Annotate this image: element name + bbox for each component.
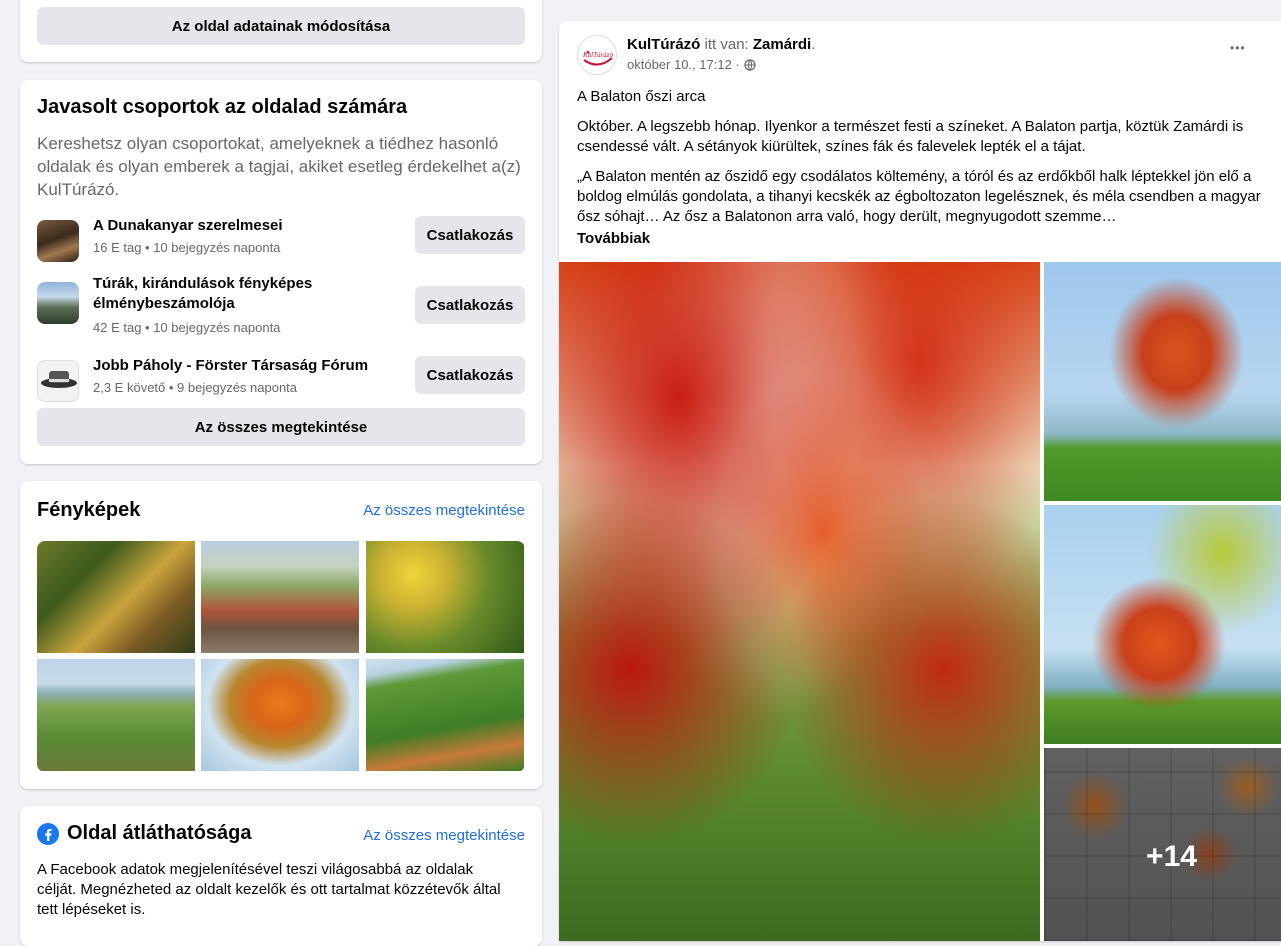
group-thumbnail[interactable] xyxy=(37,282,79,324)
join-group-button[interactable]: Csatlakozás xyxy=(415,356,525,394)
post-timestamp[interactable]: október 10., 17:12 · xyxy=(627,57,740,72)
group-meta: 16 E tag • 10 bejegyzés naponta xyxy=(93,240,281,255)
location-prefix: itt van: xyxy=(700,36,753,53)
page-name-link[interactable]: KulTúrázó xyxy=(627,36,700,53)
group-item: Túrák, kirándulások fényképes élménybesz… xyxy=(37,274,525,340)
page-admin-card: Az oldal adatainak módosítása xyxy=(20,0,542,62)
group-thumbnail[interactable] xyxy=(37,220,79,262)
post-photo[interactable] xyxy=(1044,262,1281,501)
photo-thumbnail[interactable] xyxy=(201,659,359,771)
more-photos-count: +14 xyxy=(1146,840,1197,873)
post-meta: október 10., 17:12 · xyxy=(627,57,756,72)
post-headline: A Balaton őszi arca xyxy=(577,88,706,105)
hat-logo-icon xyxy=(41,371,77,388)
post-header-line: KulTúrázó itt van: Zamárdi. xyxy=(627,35,815,55)
kulturazo-logo-icon: KulTúrázó xyxy=(582,50,613,66)
location-suffix: . xyxy=(811,36,816,53)
group-item: A Dunakanyar szerelmesei 16 E tag • 10 b… xyxy=(37,214,525,268)
post-main-photo[interactable] xyxy=(559,262,1040,941)
photo-thumbnail[interactable] xyxy=(366,541,524,653)
join-group-button[interactable]: Csatlakozás xyxy=(415,286,525,324)
group-name[interactable]: Túrák, kirándulások fényképes élménybesz… xyxy=(93,274,373,314)
see-all-groups-button[interactable]: Az összes megtekintése xyxy=(37,408,525,446)
suggested-groups-card: Javasolt csoportok az oldalad számára Ke… xyxy=(20,80,542,464)
facebook-icon xyxy=(37,823,59,845)
join-group-button[interactable]: Csatlakozás xyxy=(415,216,525,254)
location-link[interactable]: Zamárdi xyxy=(753,36,811,53)
suggested-groups-description: Kereshetsz olyan csoportokat, amelyeknek… xyxy=(37,134,521,199)
globe-icon xyxy=(744,58,756,71)
suggested-groups-title: Javasolt csoportok az oldalad számára xyxy=(37,96,408,118)
post-paragraph: Október. A legszebb hónap. Ilyenkor a te… xyxy=(577,118,1244,155)
more-options-button[interactable]: ••• xyxy=(1230,41,1246,55)
transparency-see-all-link[interactable]: Az összes megtekintése xyxy=(363,827,525,844)
transparency-description: A Facebook adatok megjelenítésével teszi… xyxy=(37,861,501,918)
post-photo[interactable]: +14 xyxy=(1044,748,1281,941)
transparency-card: Oldal átláthatósága Az összes megtekinté… xyxy=(20,806,542,946)
page-avatar[interactable]: KulTúrázó xyxy=(577,35,617,75)
photo-thumbnail[interactable] xyxy=(366,659,524,771)
see-more-link[interactable]: Továbbiak xyxy=(577,230,650,247)
photo-thumbnail[interactable] xyxy=(37,659,195,771)
transparency-title: Oldal átláthatósága xyxy=(67,822,252,844)
group-meta: 2,3 E követő • 9 bejegyzés naponta xyxy=(93,380,298,395)
post-paragraph: „A Balaton mentén az őszidő egy csodálat… xyxy=(577,168,1261,225)
photo-grid xyxy=(37,541,525,772)
photo-thumbnail[interactable] xyxy=(37,541,195,653)
group-name[interactable]: Jobb Páholy - Förster Társaság Fórum xyxy=(93,356,373,376)
group-name[interactable]: A Dunakanyar szerelmesei xyxy=(93,216,373,236)
edit-page-button[interactable]: Az oldal adatainak módosítása xyxy=(37,7,525,45)
photos-card: Fényképek Az összes megtekintése xyxy=(20,481,542,789)
photo-thumbnail[interactable] xyxy=(201,541,359,653)
group-thumbnail[interactable] xyxy=(37,360,79,402)
photos-title: Fényképek xyxy=(37,499,141,521)
post-photo[interactable] xyxy=(1044,505,1281,744)
post-card: KulTúrázó KulTúrázó itt van: Zamárdi. ok… xyxy=(559,21,1281,941)
photos-see-all-link[interactable]: Az összes megtekintése xyxy=(363,502,525,519)
group-meta: 42 E tag • 10 bejegyzés naponta xyxy=(93,320,281,335)
group-item: Jobb Páholy - Förster Társaság Fórum 2,3… xyxy=(37,354,525,408)
